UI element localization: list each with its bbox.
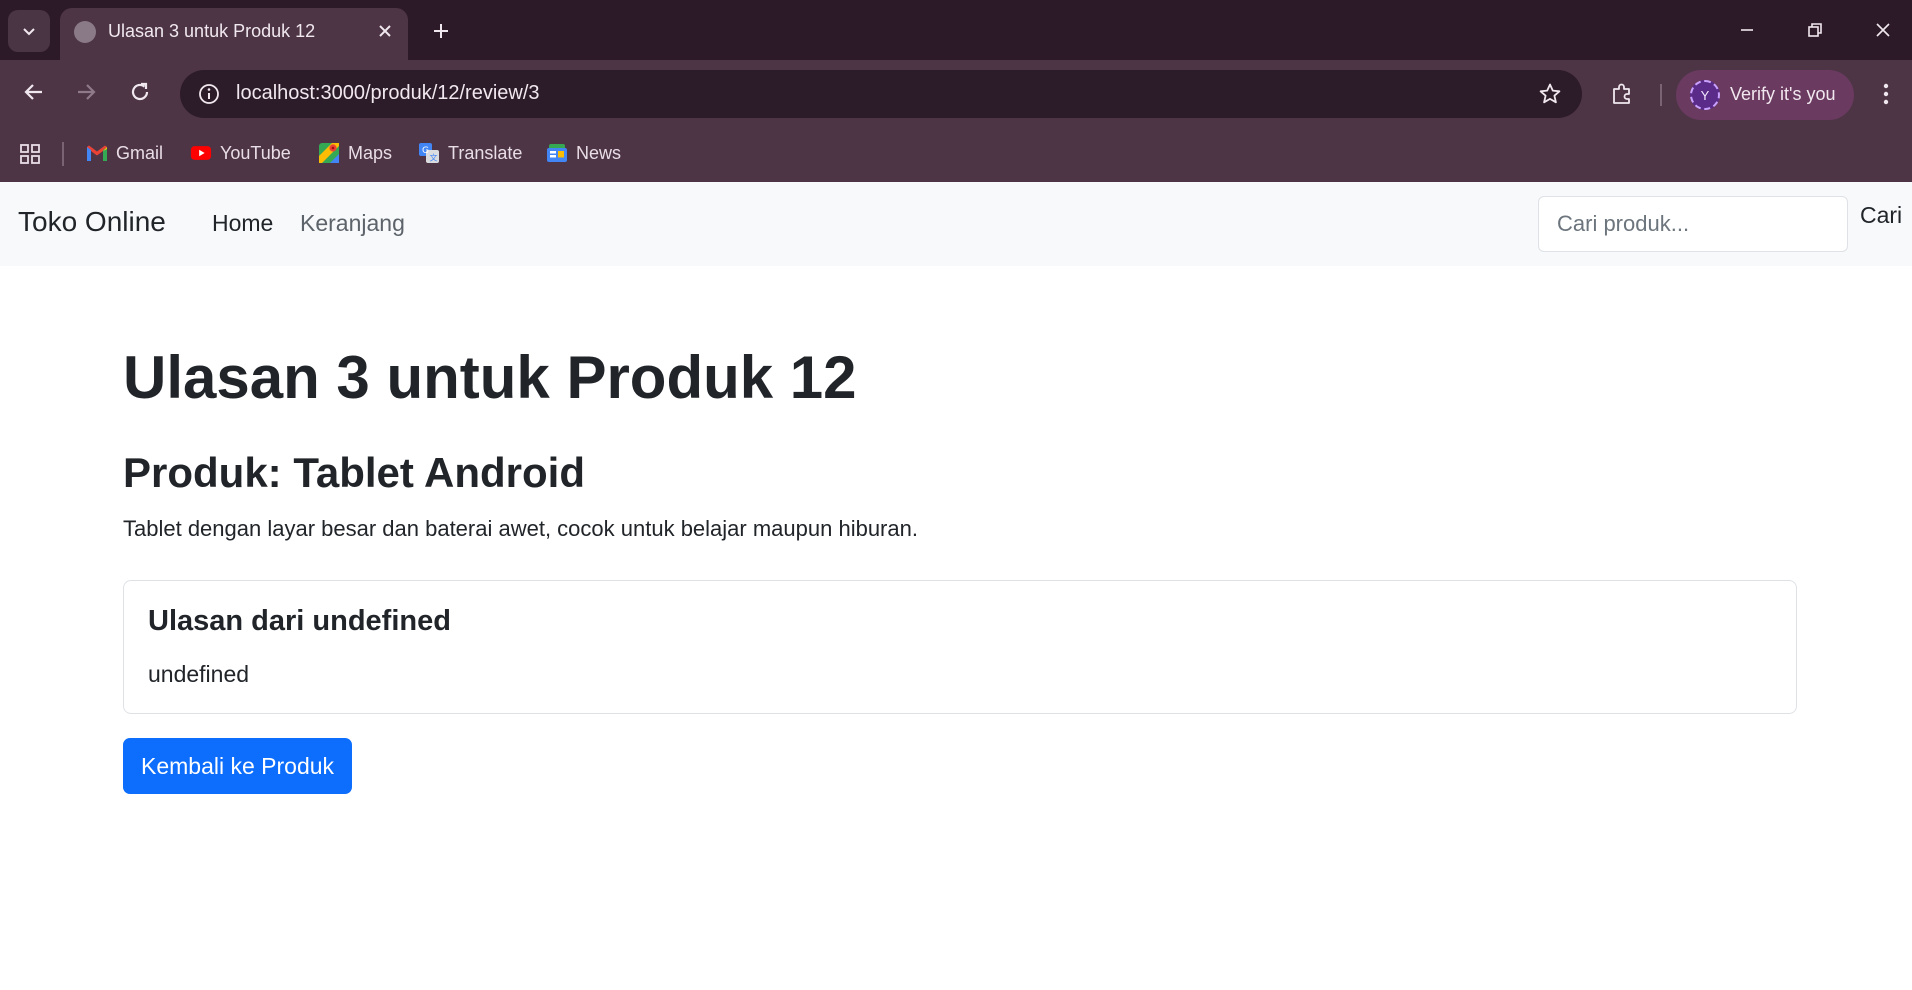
- navbar-brand[interactable]: Toko Online: [18, 206, 166, 238]
- bookmark-gmail[interactable]: Gmail: [86, 138, 163, 168]
- extensions-button[interactable]: [1600, 72, 1644, 116]
- bookmarks-bar: Gmail YouTube Maps G文 Translate News: [0, 128, 1912, 180]
- reload-icon: [131, 82, 149, 101]
- review-body: undefined: [148, 661, 250, 687]
- bookmark-label: News: [576, 142, 622, 163]
- tab-search-button[interactable]: [8, 10, 50, 52]
- maps-icon: [318, 142, 340, 164]
- close-icon: [379, 25, 391, 37]
- arrow-left-icon: [24, 84, 42, 100]
- bookmark-news[interactable]: News: [546, 138, 621, 168]
- site-navbar: Toko Online Home Keranjang Cari: [0, 182, 1912, 266]
- nav-link-keranjang[interactable]: Keranjang: [300, 210, 405, 237]
- product-heading: Produk: Tablet Android: [123, 449, 585, 496]
- new-tab-button[interactable]: [424, 14, 458, 48]
- apps-grid-icon[interactable]: [16, 140, 44, 168]
- profile-button[interactable]: Y Verify it's you: [1676, 70, 1854, 120]
- news-icon: [546, 142, 568, 164]
- page-title: Ulasan 3 untuk Produk 12: [123, 344, 857, 411]
- bookmark-youtube[interactable]: YouTube: [190, 138, 291, 168]
- svg-text:G: G: [422, 146, 429, 156]
- forward-nav-button[interactable]: [64, 70, 108, 114]
- site-info-icon[interactable]: [194, 79, 224, 109]
- toolbar-divider: [1660, 84, 1662, 106]
- bookmark-label: Gmail: [116, 142, 164, 163]
- browser-tab[interactable]: Ulasan 3 untuk Produk 12: [60, 8, 408, 60]
- avatar: Y: [1690, 80, 1720, 110]
- globe-icon: [74, 21, 96, 43]
- reload-button[interactable]: [118, 70, 162, 114]
- translate-icon: G文: [418, 142, 440, 164]
- minimize-icon: [1741, 29, 1753, 31]
- chevron-down-icon: [23, 28, 35, 36]
- review-card: Ulasan dari undefined undefined: [123, 580, 1797, 714]
- back-nav-button[interactable]: [12, 70, 56, 114]
- browser-menu-button[interactable]: [1866, 72, 1906, 116]
- search-input[interactable]: [1538, 196, 1848, 252]
- browser-tab-strip: Ulasan 3 untuk Produk 12: [0, 0, 1912, 60]
- plus-icon: [434, 24, 448, 38]
- search-button[interactable]: Cari: [1860, 202, 1902, 229]
- bookmark-label: Translate: [448, 142, 523, 163]
- svg-text:文: 文: [430, 153, 438, 163]
- close-window-button[interactable]: [1856, 8, 1910, 52]
- minimize-button[interactable]: [1720, 8, 1774, 52]
- review-title: Ulasan dari undefined: [148, 605, 451, 637]
- bookmark-label: YouTube: [220, 142, 291, 163]
- bookmarks-divider: [62, 142, 64, 166]
- puzzle-icon: [1613, 83, 1630, 104]
- more-vertical-icon: [1883, 83, 1889, 105]
- url-text[interactable]: localhost:3000/produk/12/review/3: [236, 82, 540, 105]
- arrow-right-icon: [78, 84, 96, 100]
- bookmark-label: Maps: [348, 142, 393, 163]
- bookmark-star-icon[interactable]: [1536, 80, 1564, 108]
- address-bar[interactable]: localhost:3000/produk/12/review/3: [180, 70, 1582, 118]
- back-to-product-button[interactable]: Kembali ke Produk: [123, 738, 353, 794]
- restore-button[interactable]: [1788, 8, 1842, 52]
- gmail-icon: [86, 142, 108, 164]
- profile-label: Verify it's you: [1730, 84, 1836, 104]
- tab-title: Ulasan 3 untuk Produk 12: [108, 21, 316, 41]
- bookmark-translate[interactable]: G文 Translate: [418, 138, 522, 168]
- restore-icon: [1808, 23, 1822, 37]
- youtube-icon: [190, 142, 212, 164]
- close-icon: [1876, 23, 1890, 37]
- tab-close-button[interactable]: [372, 18, 398, 44]
- bookmark-maps[interactable]: Maps: [318, 138, 392, 168]
- product-description: Tablet dengan layar besar dan baterai aw…: [123, 516, 918, 541]
- nav-link-home[interactable]: Home: [212, 210, 273, 237]
